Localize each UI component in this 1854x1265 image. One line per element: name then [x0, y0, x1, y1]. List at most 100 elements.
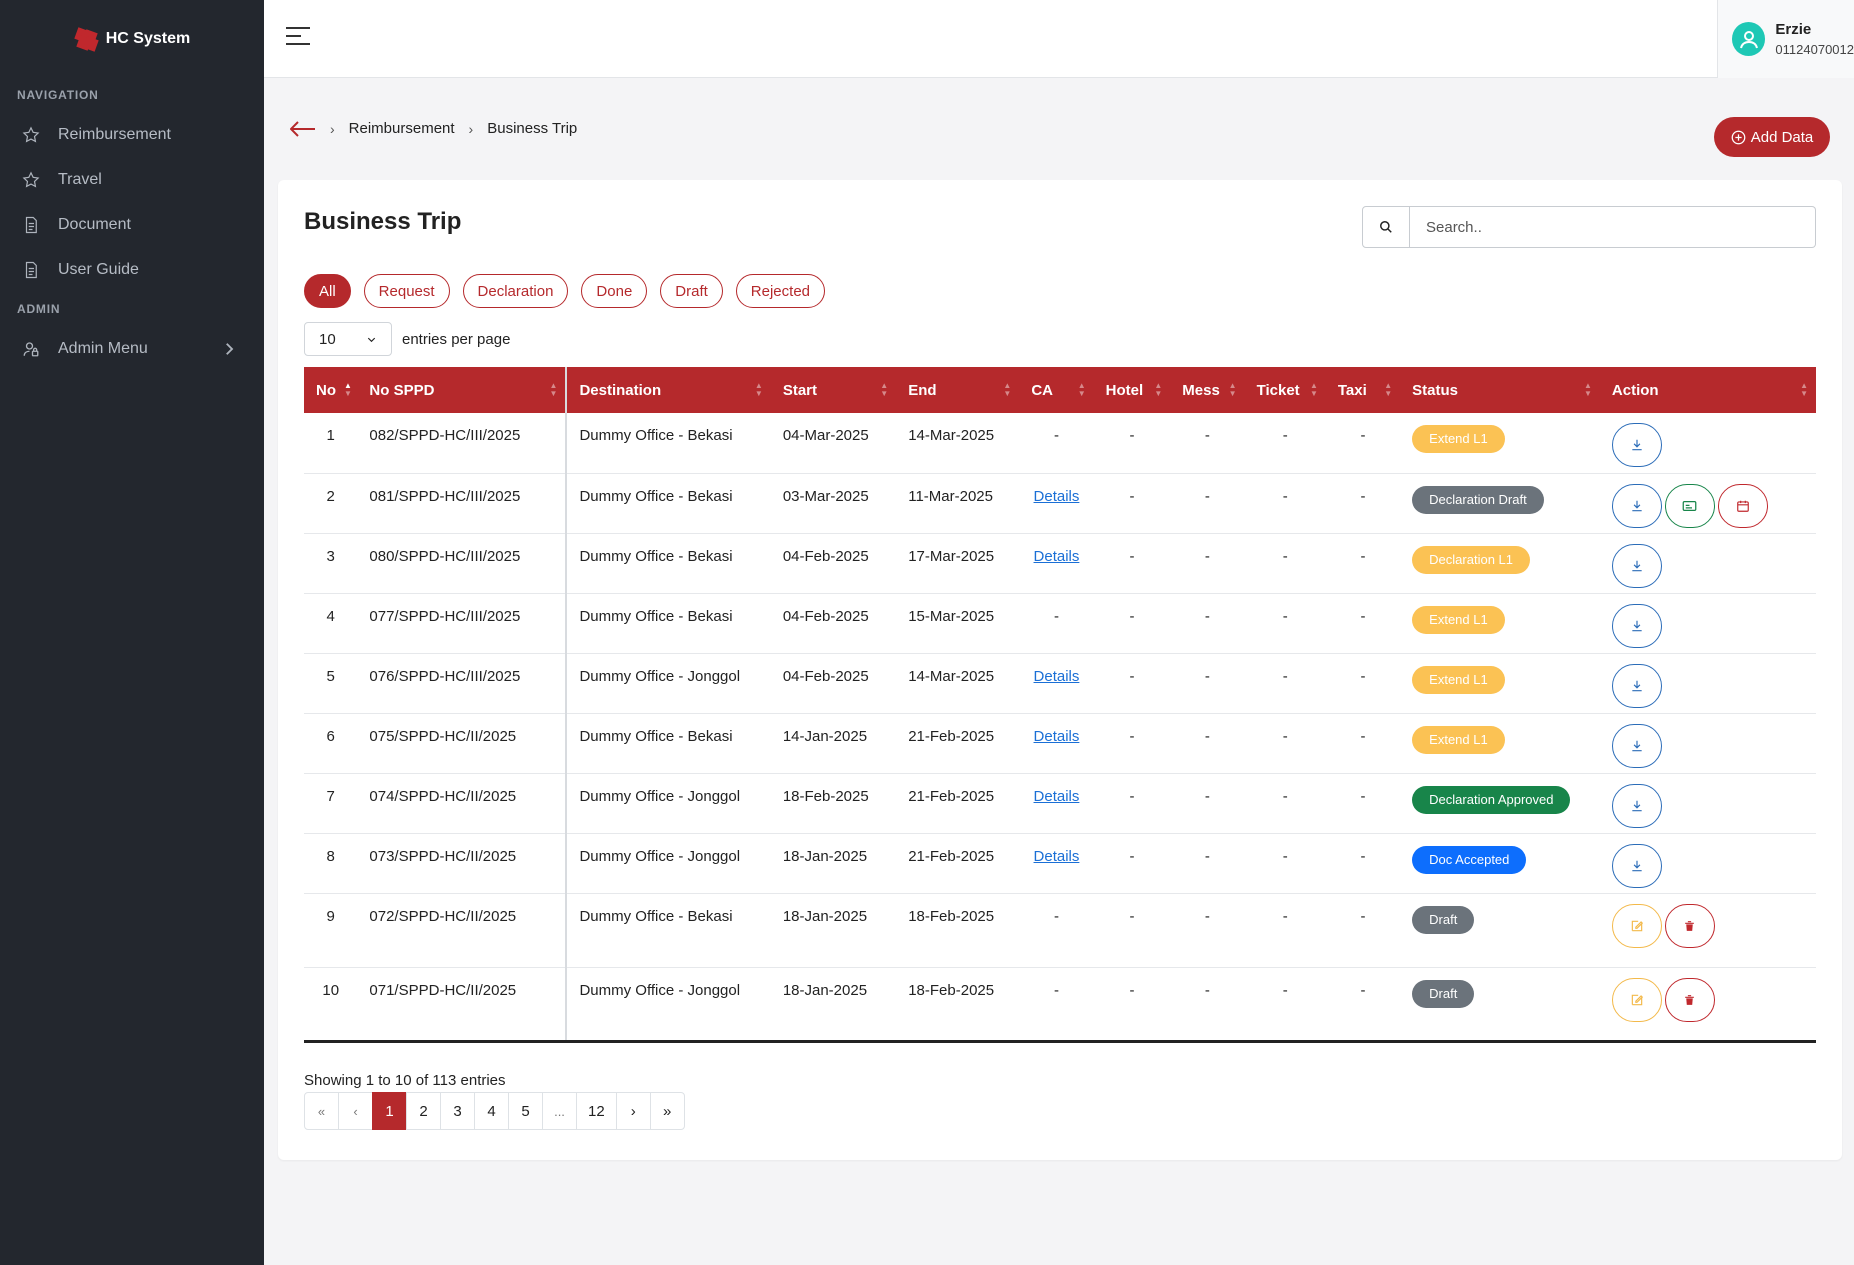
page-button[interactable]: ‹ [338, 1092, 373, 1130]
action-cell [1599, 533, 1816, 594]
avatar [1732, 22, 1766, 56]
menu-toggle-icon[interactable] [286, 27, 310, 47]
sidebar-item-label: Admin Menu [58, 339, 148, 357]
ticket-cell: - [1244, 473, 1326, 534]
filter-request[interactable]: Request [363, 274, 450, 308]
page-button[interactable]: ... [542, 1092, 577, 1130]
column-header-start[interactable]: Start ▲ ▼ [771, 367, 896, 413]
column-header-no[interactable]: No ▲ ▼ [304, 367, 357, 413]
brand[interactable]: HC System [0, 0, 264, 78]
download-button[interactable] [1611, 783, 1662, 828]
end-date: 17-Mar-2025 [896, 533, 1020, 594]
ca-details-link[interactable]: Details [1034, 788, 1080, 805]
column-header-hotel[interactable]: Hotel ▲ ▼ [1094, 367, 1171, 413]
sidebar-item-user-guide[interactable]: User Guide [0, 247, 264, 292]
download-icon [1632, 800, 1642, 811]
ca-details-link[interactable]: Details [1034, 728, 1080, 745]
edit-button[interactable] [1611, 977, 1662, 1022]
start-date: 03-Mar-2025 [770, 473, 897, 534]
card-button[interactable] [1664, 483, 1715, 528]
delete-button[interactable] [1664, 977, 1715, 1022]
back-arrow-icon[interactable] [290, 120, 316, 137]
search-input[interactable] [1410, 206, 1816, 248]
filter-done[interactable]: Done [581, 274, 648, 308]
add-data-button[interactable]: Add Data [1714, 117, 1830, 157]
column-header-end[interactable]: End ▲ ▼ [896, 367, 1019, 413]
page-button[interactable]: 1 [372, 1092, 407, 1130]
mess-cell: - [1170, 593, 1245, 654]
ca-details-link[interactable]: Details [1034, 548, 1080, 565]
column-header-label: Destination [579, 381, 662, 399]
download-button[interactable] [1611, 663, 1662, 708]
table-row: 9 072/SPPD-HC/II/2025 Dummy Office - Bekas… [304, 893, 1816, 968]
column-header-mess[interactable]: Mess ▲ ▼ [1170, 367, 1244, 413]
column-header-destination[interactable]: Destination ▲ ▼ [566, 367, 770, 413]
calendar-button[interactable] [1717, 483, 1768, 528]
column-header-ca[interactable]: CA ▲ ▼ [1019, 367, 1093, 413]
download-button[interactable] [1611, 843, 1662, 888]
ca-details-link[interactable]: Details [1034, 488, 1080, 505]
ca-details-link[interactable]: Details [1034, 668, 1080, 685]
status-cell: Doc Accepted [1400, 833, 1600, 894]
page-button[interactable]: 12 [576, 1092, 617, 1130]
destination: Dummy Office - Bekasi [566, 713, 771, 774]
page-button[interactable]: » [649, 1092, 685, 1130]
ca-cell: - [1019, 893, 1094, 968]
user-id: 01124070012 [1775, 42, 1854, 57]
action-cell [1599, 773, 1816, 834]
column-header-no-sppd[interactable]: No SPPD ▲ ▼ [357, 367, 568, 413]
table-row: 3 080/SPPD-HC/III/2025 Dummy Office - Beka… [304, 533, 1816, 594]
nav-section-title: NAVIGATION [17, 88, 99, 102]
entries-per-page-select[interactable]: 10 [304, 322, 392, 356]
edit-button[interactable] [1611, 903, 1662, 948]
action-cell [1599, 593, 1816, 654]
sidebar-item-travel[interactable]: Travel [0, 157, 264, 202]
page-button[interactable]: 4 [474, 1092, 509, 1130]
brand-name: HC System [105, 30, 191, 47]
filter-declaration[interactable]: Declaration [462, 274, 569, 308]
ca-details-link[interactable]: Details [1034, 848, 1080, 865]
column-header-label: Hotel [1105, 381, 1144, 399]
page-button[interactable]: 2 [406, 1092, 441, 1130]
sidebar-item-label: Reimbursement [58, 125, 171, 143]
download-button[interactable] [1611, 603, 1662, 648]
id-card-icon [1683, 500, 1697, 511]
page-button[interactable]: « [304, 1092, 339, 1130]
download-button[interactable] [1611, 483, 1662, 528]
breadcrumb: › Reimbursement › Business Trip [290, 120, 577, 137]
search-bar [1362, 206, 1816, 248]
download-button[interactable] [1611, 423, 1662, 467]
column-header-action[interactable]: Action ▲ ▼ [1600, 367, 1816, 413]
end-date: 21-Feb-2025 [896, 833, 1020, 894]
user-profile[interactable]: Erzie 01124070012 [1717, 0, 1854, 78]
column-header-label: No [316, 381, 336, 399]
column-header-taxi[interactable]: Taxi ▲ ▼ [1326, 367, 1400, 413]
download-button[interactable] [1611, 543, 1662, 588]
sidebar-item-reimbursement[interactable]: Reimbursement [0, 112, 264, 157]
sppd-number: 081/SPPD-HC/III/2025 [357, 473, 568, 534]
sidebar-item-admin-menu[interactable]: Admin Menu [0, 326, 264, 371]
delete-button[interactable] [1664, 903, 1715, 948]
ticket-cell: - [1244, 533, 1326, 594]
sort-icon: ▲ ▼ [549, 381, 558, 398]
filter-rejected[interactable]: Rejected [735, 274, 825, 308]
search-button[interactable] [1362, 206, 1410, 248]
add-data-label: Add Data [1750, 128, 1814, 146]
page-button[interactable]: 3 [440, 1092, 475, 1130]
page-button[interactable]: › [615, 1092, 651, 1130]
sppd-number: 076/SPPD-HC/III/2025 [357, 653, 568, 714]
status-cell: Extend L1 [1400, 593, 1600, 654]
sidebar-item-document[interactable]: Document [0, 202, 264, 247]
action-cell [1599, 413, 1816, 474]
breadcrumb-item-reimbursement[interactable]: Reimbursement [349, 120, 455, 137]
hotel-cell: - [1093, 473, 1171, 534]
destination: Dummy Office - Jonggol [566, 967, 771, 1043]
download-button[interactable] [1611, 723, 1662, 768]
column-header-status[interactable]: Status ▲ ▼ [1400, 367, 1600, 413]
filter-draft[interactable]: Draft [660, 274, 723, 308]
taxi-cell: - [1325, 713, 1401, 774]
column-header-ticket[interactable]: Ticket ▲ ▼ [1245, 367, 1326, 413]
filter-all[interactable]: All [304, 274, 351, 308]
page-button[interactable]: 5 [508, 1092, 543, 1130]
sidebar-item-label: Travel [58, 170, 102, 188]
